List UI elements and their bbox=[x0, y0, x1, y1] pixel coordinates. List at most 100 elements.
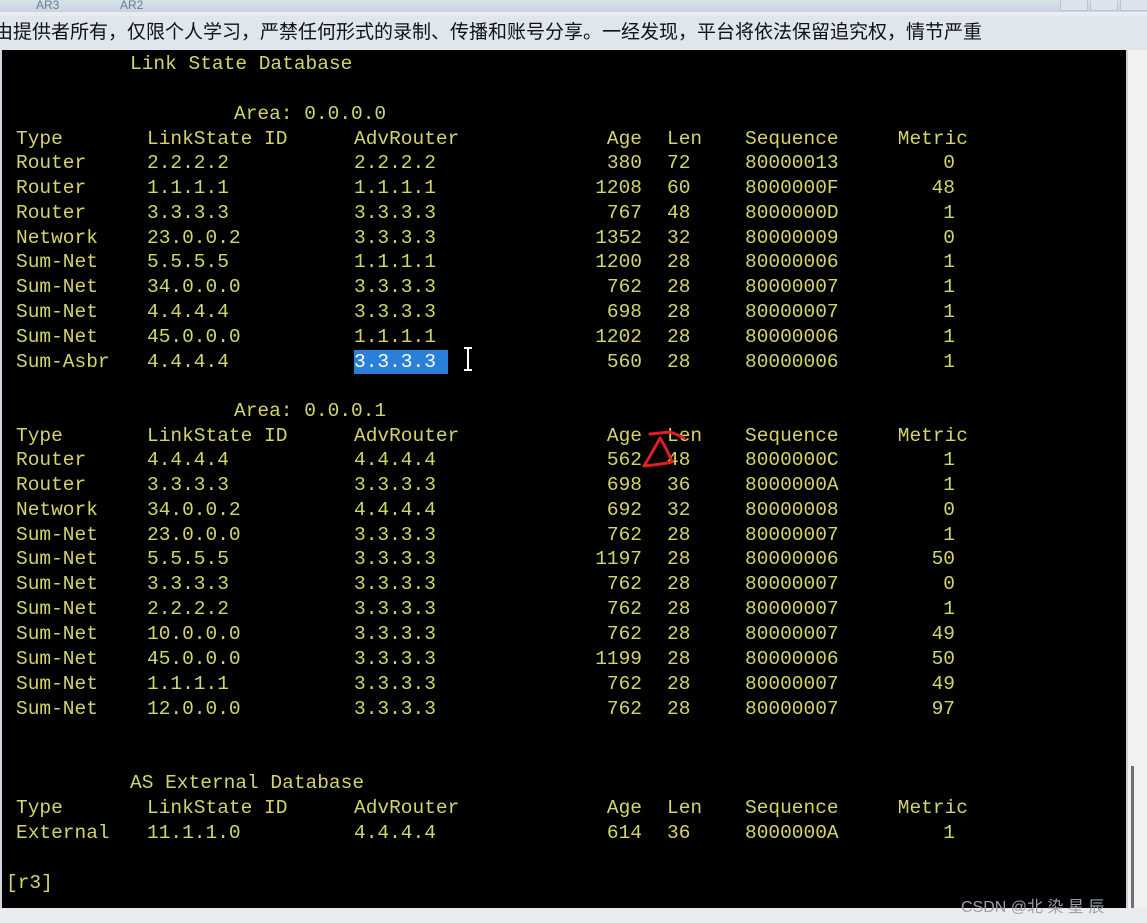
lsdb-cell-metric: 1 bbox=[943, 251, 955, 274]
lsdb-cell-type: Sum-Net bbox=[16, 697, 98, 720]
lsdb-cell-age: 762 bbox=[606, 598, 642, 621]
lsdb-cell-adv: 2.2.2.2 bbox=[354, 152, 436, 174]
lsdb-cell-type: Sum-Net bbox=[16, 672, 98, 695]
column-header-adv: AdvRouter bbox=[354, 797, 460, 819]
lsdb-cell-adv: 3.3.3.3 bbox=[354, 672, 436, 695]
lsdb-cell-seq: 80000007 bbox=[745, 276, 839, 299]
lsdb-cell-type: External bbox=[16, 822, 110, 844]
lsdb-cell-metric: 49 bbox=[931, 672, 955, 695]
lsdb-cell-seq: 8000000A bbox=[745, 473, 839, 496]
lsdb-cell-ls-id: 1.1.1.1 bbox=[147, 176, 229, 199]
lsdb-cell-len: 28 bbox=[667, 276, 691, 299]
column-header-metric: Metric bbox=[897, 425, 968, 447]
lsdb-cell-adv: 4.4.4.4 bbox=[354, 822, 436, 844]
lsdb-cell-age: 1202 bbox=[595, 325, 642, 348]
lsdb-cell-len: 36 bbox=[667, 822, 691, 844]
lsdb-cell-age: 762 bbox=[606, 523, 642, 546]
lsdb-cell-age: 1199 bbox=[595, 647, 642, 670]
lsdb-cell-adv: 3.3.3.3 bbox=[354, 573, 436, 596]
lsdb-cell-ls-id: 5.5.5.5 bbox=[147, 548, 229, 571]
window-tab-ghost[interactable]: AR3 bbox=[36, 0, 59, 12]
lsdb-cell-type: Router bbox=[16, 449, 87, 471]
lsdb-cell-ls-id: 12.0.0.0 bbox=[147, 697, 241, 720]
lsdb-row: Sum-Net 34.0.0.0 3.3.3.3 762 28 80000007 1 bbox=[2, 275, 1126, 299]
lsdb-cell-type: Sum-Asbr bbox=[16, 350, 110, 373]
lsdb-cell-adv: 3.3.3.3 bbox=[354, 697, 436, 720]
lsdb-cell-metric: 50 bbox=[931, 548, 955, 571]
text-cursor-icon bbox=[464, 347, 472, 371]
lsdb-cell-seq: 80000006 bbox=[745, 548, 839, 571]
window-tab-ghost[interactable]: AR2 bbox=[120, 0, 143, 12]
lsdb-cell-adv: 3.3.3.3 bbox=[354, 201, 436, 224]
lsdb-row: Network 34.0.0.2 4.4.4.4 692 32 80000008 0 bbox=[2, 498, 1126, 522]
terminal-scrollbar-thumb[interactable] bbox=[1131, 766, 1134, 908]
terminal-console[interactable]: Link State Database Area: 0.0.0.0 Type Link… bbox=[2, 50, 1126, 908]
lsdb-row: Sum-Net 4.4.4.4 3.3.3.3 698 28 80000007 1 bbox=[2, 300, 1126, 324]
lsdb-row: Sum-Net 45.0.0.0 1.1.1.1 1202 28 80000006 1 bbox=[2, 325, 1126, 349]
lsdb-cell-metric: 1 bbox=[943, 473, 955, 496]
lsdb-row: Sum-Net 3.3.3.3 3.3.3.3 762 28 80000007 0 bbox=[2, 572, 1126, 596]
lsdb-cell-adv: 3.3.3.3 bbox=[354, 647, 436, 670]
column-header-type: Type bbox=[16, 425, 63, 447]
lsdb-row: Router 2.2.2.2 2.2.2.2 380 72 80000013 0 bbox=[2, 151, 1126, 175]
lsdb-cell-age: 762 bbox=[606, 672, 642, 695]
lsdb-cell-seq: 80000006 bbox=[745, 350, 839, 373]
lsdb-row: Sum-Net 2.2.2.2 3.3.3.3 762 28 80000007 1 bbox=[2, 597, 1126, 621]
maximize-button[interactable] bbox=[1090, 0, 1118, 11]
terminal-scrollbar[interactable] bbox=[1127, 50, 1147, 908]
minimize-button[interactable] bbox=[1060, 0, 1088, 11]
lsdb-cell-type: Network bbox=[16, 226, 98, 249]
lsdb-cell-seq: 80000007 bbox=[745, 622, 839, 645]
column-header-seq: Sequence bbox=[745, 425, 839, 447]
lsdb-cell-ls-id: 34.0.0.2 bbox=[147, 498, 241, 521]
lsdb-cell-metric: 1 bbox=[943, 301, 955, 324]
selected-text[interactable]: 3.3.3.3 bbox=[354, 349, 448, 374]
lsdb-cell-age: 560 bbox=[606, 350, 642, 373]
lsdb-cell-metric: 1 bbox=[943, 822, 955, 844]
lsdb-cell-age: 614 bbox=[606, 822, 642, 844]
lsdb-cell-metric: 1 bbox=[943, 598, 955, 621]
lsdb-cell-seq: 80000008 bbox=[745, 498, 839, 521]
lsdb-cell-ls-id: 4.4.4.4 bbox=[147, 350, 229, 373]
external-db-label: AS External Database bbox=[2, 771, 1126, 795]
lsdb-cell-seq: 8000000F bbox=[745, 176, 839, 199]
lsdb-cell-metric: 49 bbox=[931, 622, 955, 645]
lsdb-cell-metric: 48 bbox=[931, 176, 955, 199]
external-db-label-text: AS External Database bbox=[130, 772, 365, 794]
lsdb-cell-metric: 0 bbox=[943, 226, 955, 249]
column-header-len: Len bbox=[667, 797, 703, 819]
lsdb-cell-type: Sum-Net bbox=[16, 523, 98, 546]
column-header-adv: AdvRouter bbox=[354, 128, 460, 150]
column-header-len: Len bbox=[667, 128, 703, 150]
lsdb-cell-adv: 1.1.1.1 bbox=[354, 176, 436, 199]
cli-prompt: [r3] bbox=[2, 871, 1126, 895]
lsdb-cell-seq: 80000013 bbox=[745, 152, 839, 174]
lsdb-cell-type: Sum-Net bbox=[16, 647, 98, 670]
lsdb-cell-adv: 3.3.3.3 bbox=[354, 548, 436, 571]
lsdb-cell-age: 562 bbox=[606, 449, 642, 471]
column-header-adv: AdvRouter bbox=[354, 425, 460, 447]
lsdb-cell-ls-id: 10.0.0.0 bbox=[147, 622, 241, 645]
lsdb-cell-age: 767 bbox=[606, 201, 642, 224]
lsdb-cell-age: 762 bbox=[606, 573, 642, 596]
lsdb-cell-ls-id: 3.3.3.3 bbox=[147, 573, 229, 596]
lsdb-cell-ls-id: 4.4.4.4 bbox=[147, 449, 229, 471]
lsdb-cell-metric: 97 bbox=[931, 697, 955, 720]
lsdb-cell-len: 32 bbox=[667, 226, 691, 249]
lsdb-cell-age: 1208 bbox=[595, 176, 642, 199]
lsdb-cell-seq: 8000000A bbox=[745, 822, 839, 844]
lsdb-cell-len: 60 bbox=[667, 176, 691, 199]
lsdb-cell-len: 28 bbox=[667, 350, 691, 373]
lsdb-cell-seq: 80000009 bbox=[745, 226, 839, 249]
lsdb-cell-adv: 4.4.4.4 bbox=[354, 449, 436, 471]
lsdb-cell-metric: 1 bbox=[943, 201, 955, 224]
cli-prompt-text: [r3] bbox=[6, 872, 53, 894]
lsdb-cell-type: Sum-Net bbox=[16, 622, 98, 645]
area-label-text: Area: 0.0.0.1 bbox=[234, 400, 387, 422]
column-header-age: Age bbox=[606, 128, 642, 150]
lsdb-cell-adv: 1.1.1.1 bbox=[354, 325, 436, 348]
close-button[interactable] bbox=[1120, 0, 1147, 11]
lsdb-cell-metric: 1 bbox=[943, 325, 955, 348]
lsdb-row: Sum-Net 1.1.1.1 3.3.3.3 762 28 80000007 49 bbox=[2, 672, 1126, 696]
lsdb-cell-ls-id: 45.0.0.0 bbox=[147, 325, 241, 348]
